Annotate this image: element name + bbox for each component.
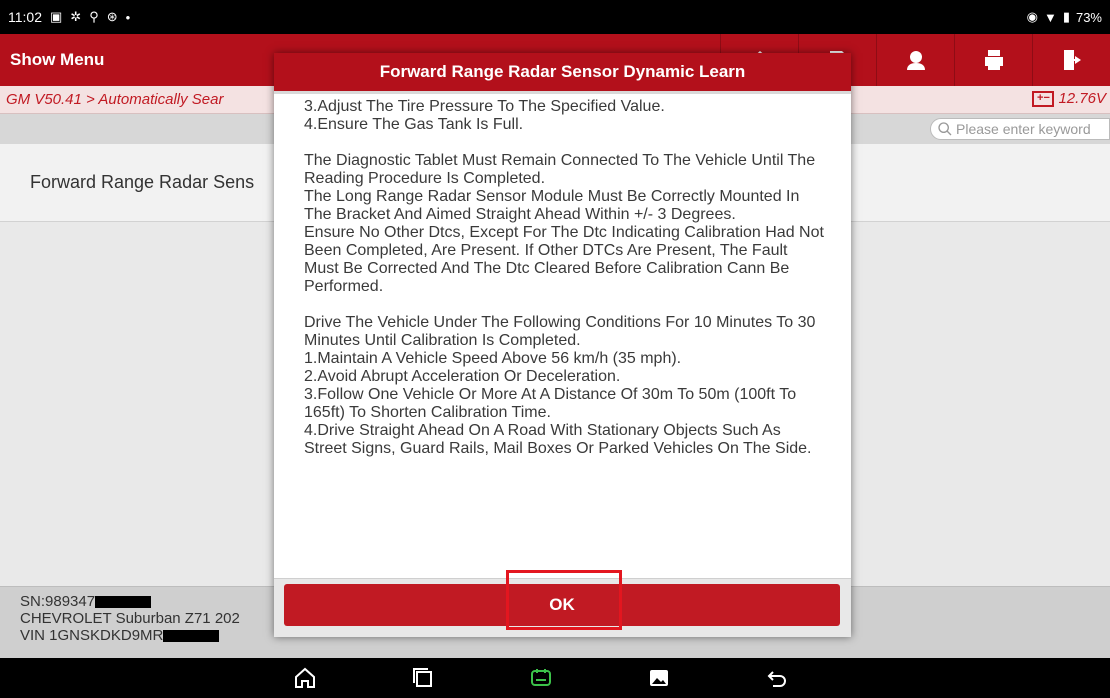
nav-back-button[interactable] — [765, 666, 789, 690]
back-icon — [767, 671, 786, 687]
nav-gallery-button[interactable] — [647, 666, 671, 690]
dialog-title: Forward Range Radar Sensor Dynamic Learn — [274, 53, 851, 94]
nav-home-button[interactable] — [293, 666, 317, 690]
dialog-footer: OK — [274, 570, 851, 637]
image-notification-icon: ▣ — [50, 9, 63, 24]
wifi-icon: ▼ — [1043, 9, 1057, 25]
dialog-body[interactable]: 3.Adjust The Tire Pressure To The Specif… — [274, 94, 851, 578]
recents-icon — [413, 668, 432, 687]
image-icon — [650, 670, 668, 686]
nav-vci-button[interactable] — [529, 666, 553, 690]
usb-icon: ⚲ — [89, 9, 99, 24]
vci-icon — [531, 669, 551, 686]
settings-notification-icon: ✲ — [70, 9, 82, 24]
more-dot-icon: • — [125, 9, 131, 25]
bluetooth-icon: ⊛ — [106, 9, 118, 24]
battery-icon: ▮ — [1062, 9, 1070, 24]
home-icon — [295, 667, 315, 688]
system-nav-bar — [0, 658, 1110, 698]
status-time: 11:02 — [8, 9, 42, 25]
vibrate-icon: ◉ — [1026, 9, 1038, 24]
ok-button[interactable]: OK — [284, 584, 840, 626]
status-bar: 11:02 ▣ ✲ ⚲ ⊛ • ◉ ▼ ▮ 73% — [0, 0, 1110, 34]
nav-recents-button[interactable] — [411, 666, 435, 690]
calibration-dialog: Forward Range Radar Sensor Dynamic Learn… — [274, 53, 851, 637]
battery-percentage: 73% — [1075, 9, 1102, 25]
dialog-instructions: 3.Adjust The Tire Pressure To The Specif… — [304, 98, 824, 457]
